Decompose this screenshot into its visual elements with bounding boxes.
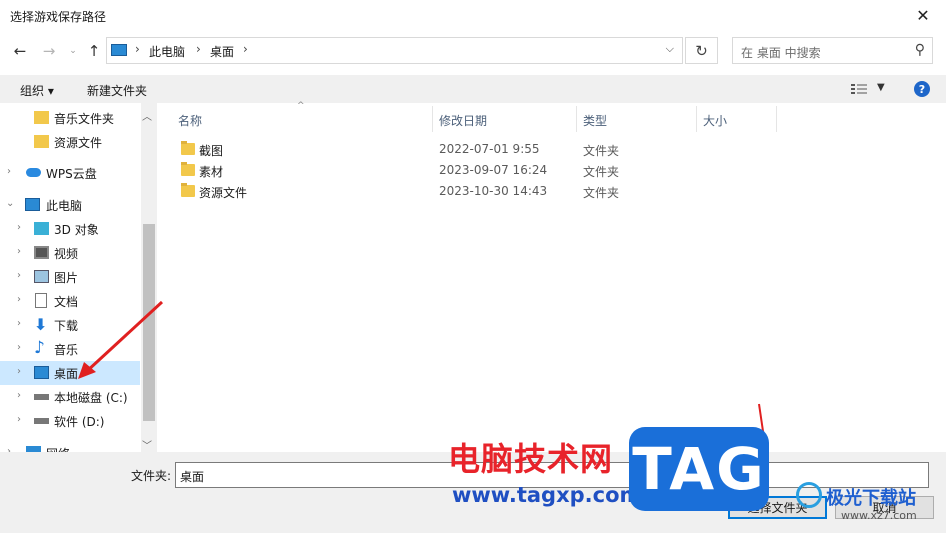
watermark-site-url: www.tagxp.com xyxy=(452,483,642,507)
watermark-logo-url: www.xz7.com xyxy=(841,509,917,522)
watermark-aurora-icon xyxy=(796,482,822,508)
watermark-tag-logo: TAG xyxy=(629,427,769,511)
watermark-site-name: 电脑技术网 xyxy=(448,440,614,478)
watermark-logo-text: 极光下载站 xyxy=(826,488,916,509)
